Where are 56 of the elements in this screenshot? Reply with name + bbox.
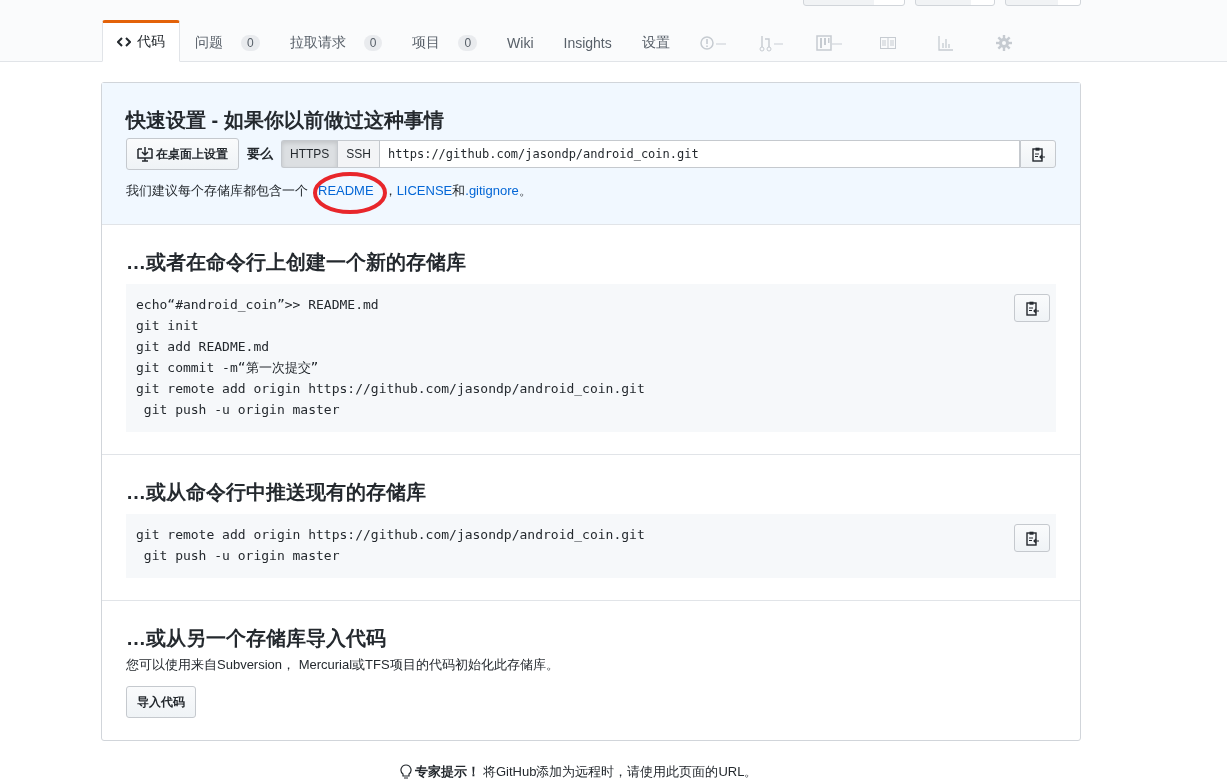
tab-label: 问题 [195, 34, 223, 52]
desktop-setup-button[interactable]: 在桌面上设置 [126, 138, 239, 170]
protocol-toggle[interactable]: HTTPS [281, 140, 338, 168]
copy-button[interactable] [1014, 524, 1050, 552]
or-label: 要么 [247, 145, 273, 163]
bar-graph-icon[interactable] [937, 35, 954, 51]
file-link[interactable]: LICENSE [396, 183, 453, 198]
section-title: …或从命令行中推送现有的存储库 [126, 480, 427, 505]
code-line: git init [136, 317, 200, 335]
clone-url-field[interactable]: https://github.com/jasondp/android_coin.git [379, 140, 1020, 168]
tab-label: Wiki [507, 35, 534, 51]
nav-tab[interactable]: 问题 0 [180, 21, 275, 62]
clipboard-icon [1025, 300, 1039, 316]
copy-button[interactable] [1014, 294, 1050, 322]
recommendation-text: 我们建议每个存储库都包含一个 README ，LICENSE和.gitignore。 [126, 182, 1056, 200]
issue-icon[interactable] [699, 35, 728, 51]
count-badge: 0 [241, 35, 260, 51]
count-badge: 0 [458, 35, 478, 51]
clipboard-icon [1025, 530, 1039, 546]
clipboard-icon [1031, 146, 1045, 162]
tab-label: 设置 [641, 34, 670, 52]
code-line: git remote add origin https://github.com/jasondp/android_coin.git [136, 526, 645, 544]
settings-icon[interactable] [995, 35, 1012, 51]
nav-tab[interactable]: 设置 [626, 21, 685, 62]
tab-label: 拉取请求 [289, 34, 346, 52]
code-icon [117, 37, 131, 47]
count-badge: 0 [363, 35, 383, 51]
code-line: git push -u origin master [142, 547, 341, 565]
section-title: …或从另一个存储库导入代码 [126, 626, 387, 651]
import-description: 您可以使用来自Subversion， Mercurial或TFS项目的代码初始化此存储库。 [126, 656, 560, 674]
code-line: git remote add origin https://github.com/jasondp/android_coin.git [136, 380, 645, 398]
project-board-icon[interactable] [815, 35, 844, 51]
protip-label: 专家提示！ [415, 763, 480, 781]
code-line: git add README.md [136, 338, 271, 356]
section-title: 快速设置 - 如果你以前做过这种事情 [126, 108, 445, 133]
pull-request-icon[interactable] [758, 34, 785, 52]
nav-tab[interactable]: Wiki [492, 21, 549, 62]
code-line: echo“#android_coin”>> README.md [136, 296, 380, 314]
code-line: git commit -m“第一次提交” [136, 359, 320, 377]
section-title: …或者在命令行上创建一个新的存储库 [126, 250, 467, 275]
book-icon[interactable] [879, 37, 896, 49]
nav-tab[interactable]: 拉取请求 0 [274, 21, 398, 62]
nav-tab[interactable]: 代码 [102, 20, 180, 62]
protip-text: 将GitHub添加为远程时，请使用此页面的URL。 [483, 763, 758, 781]
copy-button[interactable] [1020, 140, 1056, 168]
download-icon [137, 146, 153, 162]
file-link[interactable]: .gitignore [465, 183, 519, 198]
import-code-button[interactable]: 导入代码 [126, 686, 196, 718]
protocol-toggle[interactable]: SSH [337, 140, 380, 168]
lightbulb-icon [400, 764, 412, 780]
nav-tab[interactable]: 项目 0 [397, 21, 493, 62]
tab-label: Insights [563, 35, 612, 51]
nav-tab[interactable]: Insights [548, 21, 627, 62]
tab-label: 项目 [412, 34, 441, 52]
tab-label: 代码 [137, 33, 165, 51]
code-line: git push -u origin master [142, 401, 341, 419]
